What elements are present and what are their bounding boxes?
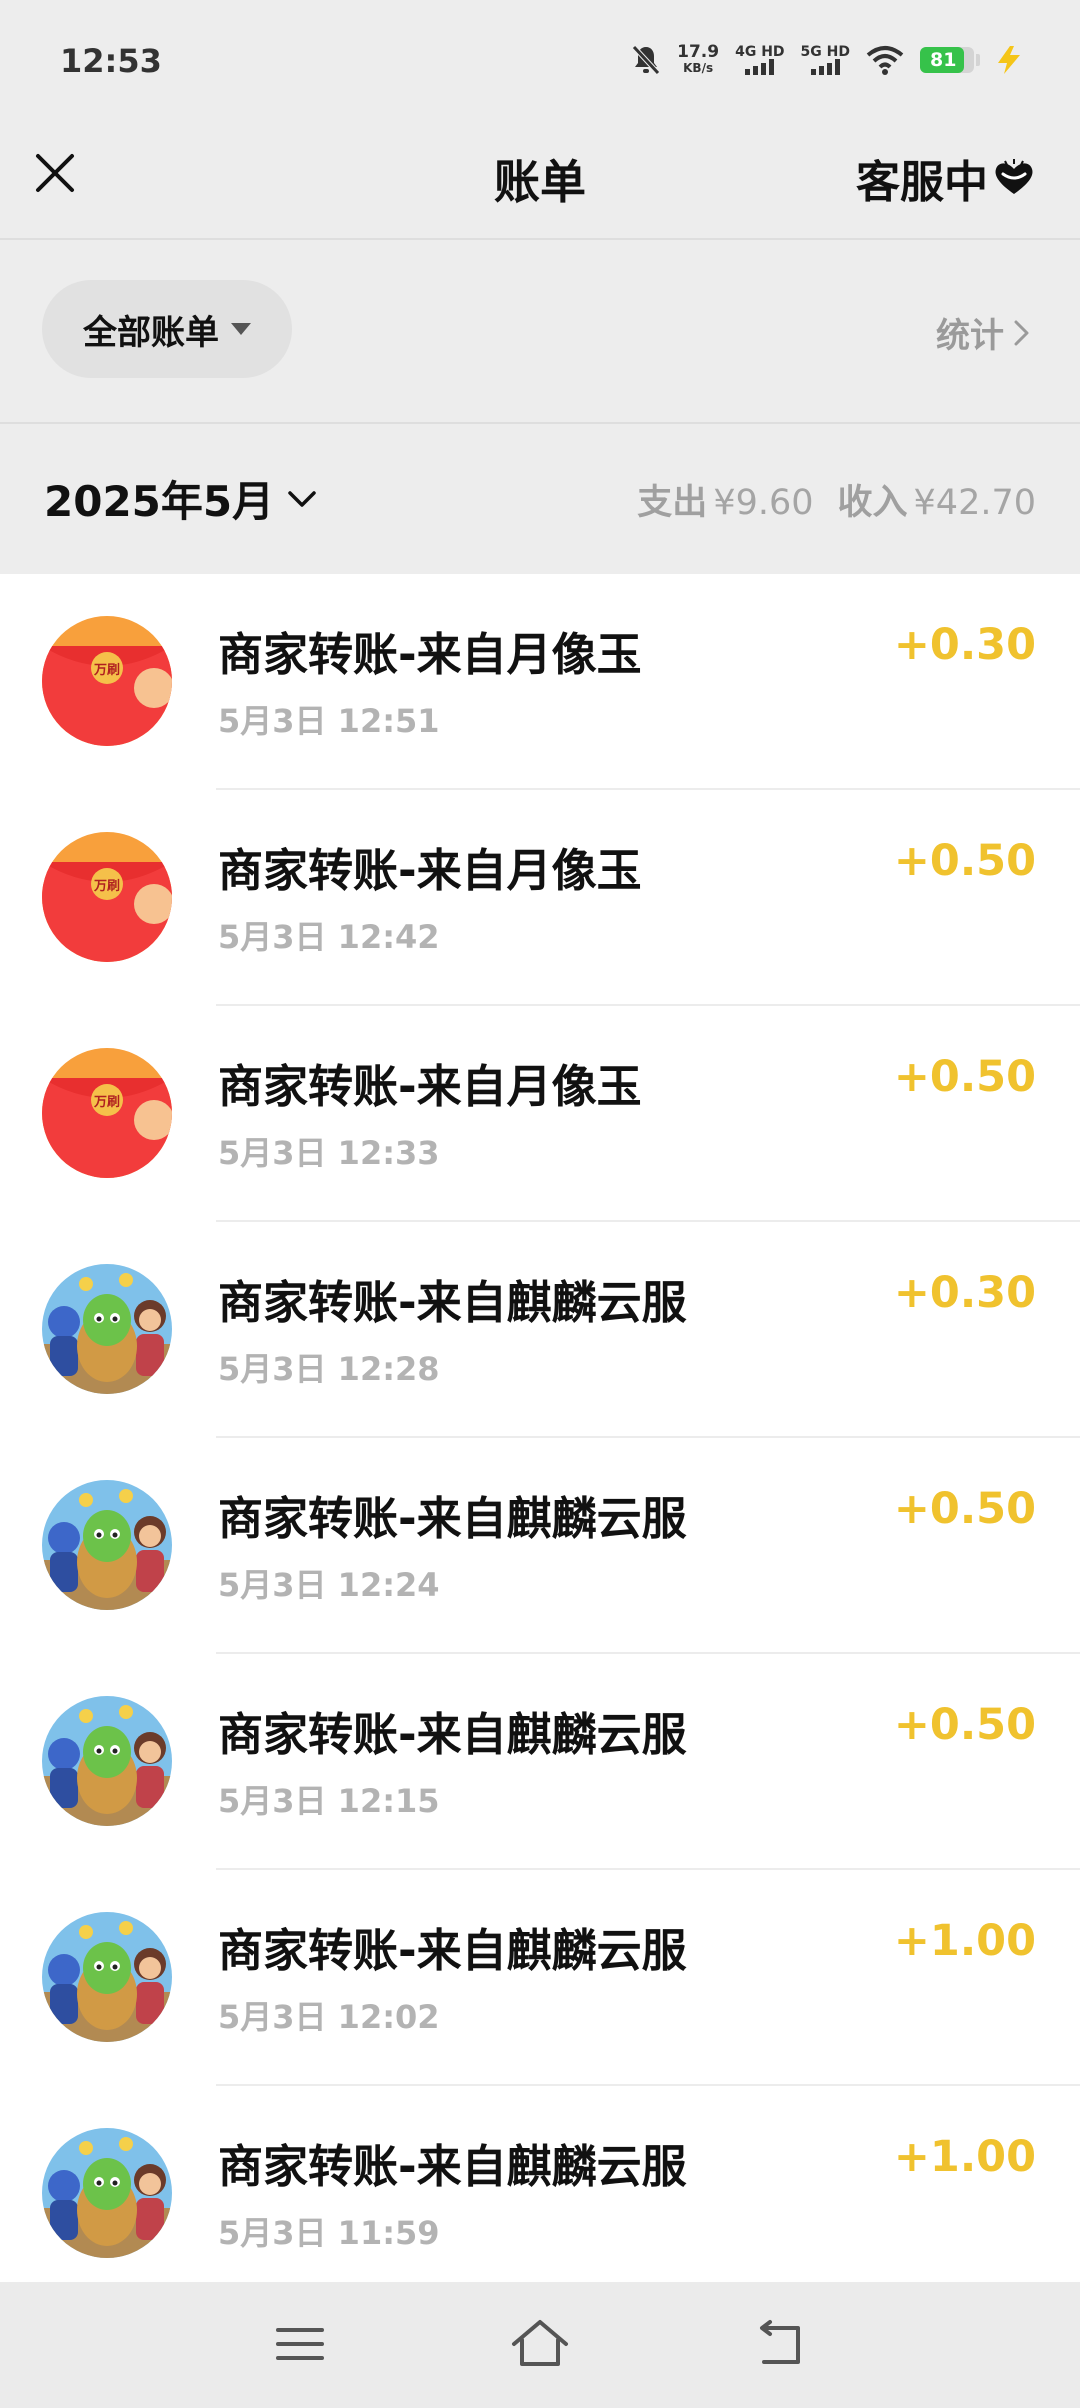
nav-bar: 账单 客服中 [0,126,1080,238]
transaction-row[interactable]: 商家转账-来自麒麟云服 5月3日 11:59 +1.00 [0,2086,1080,2282]
transaction-title: 商家转账-来自麒麟云服 [218,1492,687,1545]
transaction-title: 商家转账-来自麒麟云服 [218,1276,687,1329]
month-label: 2025年5月 [44,477,275,526]
cartoon-characters-avatar [42,1480,172,1610]
transaction-amount: +1.00 [893,2132,1036,2182]
avatar-text: 万刷 [93,663,120,678]
expense-value: ¥9.60 [713,483,814,523]
signal-sim1: 4G HD [735,44,785,75]
cartoon-characters-avatar [42,1696,172,1826]
battery-level: 81 [930,49,957,71]
transaction-time: 5月3日 12:02 [218,1998,440,2036]
transaction-row[interactable]: 商家转账-来自麒麟云服 5月3日 12:02 +1.00 [0,1870,1080,2086]
transaction-title: 商家转账-来自麒麟云服 [218,1924,687,1977]
transaction-amount: +1.00 [893,1916,1036,1966]
transaction-title: 商家转账-来自月像玉 [218,1060,642,1113]
transaction-time: 5月3日 12:33 [218,1134,440,1172]
transaction-time: 5月3日 12:28 [218,1350,440,1388]
sim1-label: 4G HD [735,44,785,60]
transaction-time: 5月3日 12:15 [218,1782,440,1820]
transaction-amount: +0.50 [893,1052,1036,1102]
status-bar: 12:53 17.9 KB/s 4G HD 5G HD 81 [0,0,1080,126]
transaction-list: 万刷 商家转账-来自月像玉 5月3日 12:51 +0.30 万刷 商家转账-来… [0,574,1080,2282]
income-value: ¥42.70 [913,483,1036,523]
avatar-text: 万刷 [93,1095,120,1110]
wifi-icon [866,46,904,75]
transaction-row[interactable]: 商家转账-来自麒麟云服 5月3日 12:24 +0.50 [0,1438,1080,1654]
stats-link[interactable]: 统计 [936,308,1034,357]
battery-indicator: 81 [920,47,980,73]
income-label: 收入 [837,483,908,523]
transaction-amount: +0.50 [893,836,1036,886]
menu-icon[interactable] [270,2314,330,2374]
transaction-row[interactable]: 万刷 商家转账-来自月像玉 5月3日 12:51 +0.30 [0,574,1080,790]
stats-label: 统计 [936,316,1004,356]
transaction-time: 5月3日 12:42 [218,918,440,956]
filter-area: 全部账单 统计 [0,240,1080,422]
transaction-time: 5月3日 12:51 [218,702,440,740]
battery-icon: 81 [920,47,974,73]
red-envelope-avatar: 万刷 [42,1048,172,1178]
expense-label: 支出 [637,483,708,523]
charging-bolt-icon [998,46,1020,74]
heart-icon [995,159,1033,194]
customer-service-button[interactable]: 客服中 [856,146,1036,210]
transaction-row[interactable]: 商家转账-来自麒麟云服 5月3日 12:15 +0.50 [0,1654,1080,1870]
net-speed-unit: KB/s [683,61,714,75]
all-bills-filter-button[interactable]: 全部账单 [42,280,292,378]
caret-down-icon [231,323,251,335]
signal-bars-icon [810,59,840,75]
cartoon-characters-avatar [42,1264,172,1394]
mute-bell-icon [632,45,660,75]
red-envelope-avatar: 万刷 [42,832,172,962]
all-bills-label: 全部账单 [83,312,219,353]
chevron-down-icon [288,490,316,507]
transaction-amount: +0.50 [893,1484,1036,1534]
transaction-title: 商家转账-来自麒麟云服 [218,1708,687,1761]
month-bar: 2025年5月 支出 ¥9.60 收入 ¥42.70 [0,424,1080,574]
net-speed-value: 17.9 [677,42,720,62]
avatar-text: 万刷 [93,879,120,894]
cartoon-characters-avatar [42,2128,172,2258]
cartoon-characters-avatar [42,1912,172,2042]
back-icon[interactable] [750,2314,810,2374]
chevron-right-icon [1014,320,1029,345]
signal-bars-icon [745,59,775,75]
signal-sim2: 5G HD [801,45,850,75]
customer-service-label: 客服中 [856,157,988,208]
sim2-label: 5G HD [800,44,850,60]
transaction-row[interactable]: 商家转账-来自麒麟云服 5月3日 12:28 +0.30 [0,1222,1080,1438]
net-speed: 17.9 KB/s [677,44,719,76]
transaction-time: 5月3日 11:59 [218,2214,440,2252]
transaction-row[interactable]: 万刷 商家转账-来自月像玉 5月3日 12:33 +0.50 [0,1006,1080,1222]
transaction-time: 5月3日 12:24 [218,1566,440,1604]
status-time: 12:53 [60,42,162,80]
transaction-title: 商家转账-来自月像玉 [218,844,642,897]
transaction-amount: +0.30 [893,1268,1036,1318]
red-envelope-avatar: 万刷 [42,616,172,746]
transaction-row[interactable]: 万刷 商家转账-来自月像玉 5月3日 12:42 +0.50 [0,790,1080,1006]
transaction-title: 商家转账-来自麒麟云服 [218,2140,687,2193]
transaction-amount: +0.30 [893,620,1036,670]
month-summary: 支出 ¥9.60 收入 ¥42.70 [637,474,1036,525]
home-icon[interactable] [510,2314,570,2374]
status-icons: 17.9 KB/s 4G HD 5G HD 81 [631,40,1022,80]
system-nav-bar [0,2282,1080,2408]
month-selector[interactable]: 2025年5月 [44,468,320,529]
transaction-amount: +0.50 [893,1700,1036,1750]
transaction-title: 商家转账-来自月像玉 [218,628,642,681]
